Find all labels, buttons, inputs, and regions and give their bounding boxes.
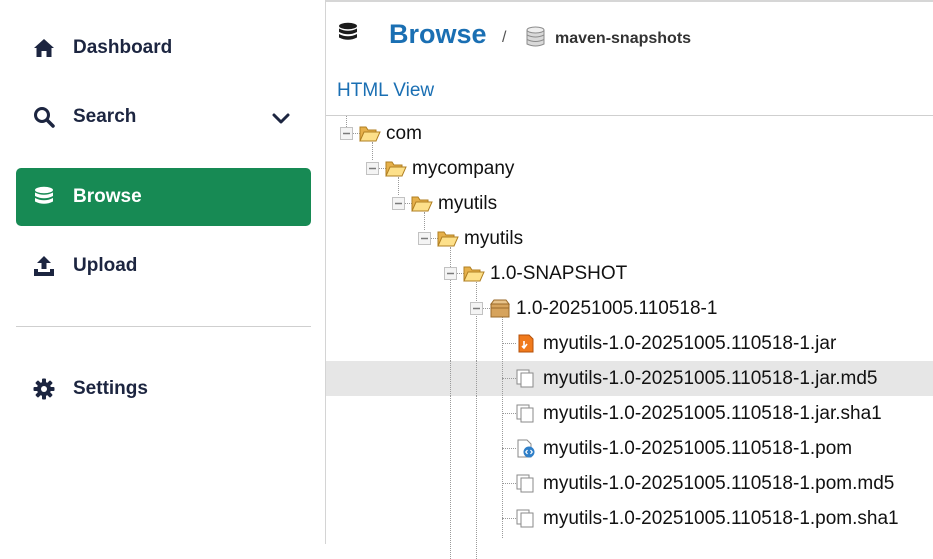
- sidebar-item-label: Upload: [73, 255, 138, 276]
- sidebar-item-dashboard[interactable]: Dashboard: [16, 19, 311, 77]
- sidebar-item-label: Settings: [73, 378, 148, 399]
- sidebar-item-upload[interactable]: Upload: [16, 237, 311, 295]
- database-icon: [33, 186, 55, 208]
- tree-node-label[interactable]: mycompany: [412, 158, 514, 180]
- folder-open-icon: [411, 194, 433, 213]
- folder-open-icon: [463, 264, 485, 283]
- breadcrumb-repository[interactable]: maven-snapshots: [555, 30, 691, 48]
- sidebar-item-label: Browse: [73, 186, 142, 207]
- collapse-toggle-icon[interactable]: [392, 197, 405, 210]
- main-content: Browse / maven-snapshots HTML View com m…: [326, 0, 933, 559]
- folder-open-icon: [437, 229, 459, 248]
- sidebar-item-search[interactable]: Search: [16, 88, 311, 146]
- tree-node-label[interactable]: myutils-1.0-20251005.110518-1.jar: [543, 333, 836, 355]
- file-copy-icon: [516, 474, 536, 493]
- tree-node-component[interactable]: 1.0-20251005.110518-1: [326, 291, 933, 326]
- tree-node-file[interactable]: myutils-1.0-20251005.110518-1.jar: [326, 326, 933, 361]
- breadcrumb-separator: /: [502, 29, 507, 46]
- database-icon: [338, 22, 358, 44]
- tree-node-file[interactable]: myutils-1.0-20251005.110518-1.pom.md5: [326, 466, 933, 501]
- tree-node-label[interactable]: 1.0-20251005.110518-1: [516, 298, 717, 320]
- tree-connector: [502, 413, 516, 414]
- tree-node-label[interactable]: com: [386, 123, 422, 145]
- tree-node-folder[interactable]: myutils: [326, 221, 933, 256]
- upload-icon: [33, 255, 55, 277]
- sidebar-divider: [16, 326, 311, 327]
- collapse-toggle-icon[interactable]: [444, 267, 457, 280]
- tree-node-label[interactable]: myutils-1.0-20251005.110518-1.jar.md5: [543, 368, 877, 390]
- tree-node-label[interactable]: myutils: [438, 193, 497, 215]
- collapse-toggle-icon[interactable]: [470, 302, 483, 315]
- tree-node-label[interactable]: myutils-1.0-20251005.110518-1.pom.sha1: [543, 508, 899, 530]
- folder-open-icon: [359, 124, 381, 143]
- home-icon: [33, 37, 55, 59]
- tree-connector: [502, 343, 516, 344]
- tree-node-label[interactable]: myutils: [464, 228, 523, 250]
- collapse-toggle-icon[interactable]: [418, 232, 431, 245]
- gear-icon: [33, 378, 55, 400]
- collapse-toggle-icon[interactable]: [340, 127, 353, 140]
- page-title: Browse: [389, 19, 487, 49]
- tree-node-file[interactable]: myutils-1.0-20251005.110518-1.pom: [326, 431, 933, 466]
- repository-tree: com mycompany myutils myutils 1.0-SNAPSH…: [326, 116, 933, 559]
- repository-icon: [526, 26, 545, 48]
- tree-node-folder[interactable]: mycompany: [326, 151, 933, 186]
- package-box-icon: [489, 299, 510, 318]
- sidebar: Dashboard Search Browse Upload Settings: [0, 0, 326, 544]
- file-copy-icon: [516, 509, 536, 528]
- tree-connector: [450, 361, 451, 396]
- tree-node-label[interactable]: myutils-1.0-20251005.110518-1.jar.sha1: [543, 403, 882, 425]
- file-copy-icon: [516, 404, 536, 423]
- tree-node-label[interactable]: myutils-1.0-20251005.110518-1.pom.md5: [543, 473, 894, 495]
- tree-node-label[interactable]: 1.0-SNAPSHOT: [490, 263, 627, 285]
- tree-connector: [502, 518, 516, 519]
- sidebar-item-browse[interactable]: Browse: [16, 168, 311, 226]
- sidebar-item-settings[interactable]: Settings: [16, 360, 311, 418]
- collapse-toggle-icon[interactable]: [366, 162, 379, 175]
- tree-node-folder[interactable]: myutils: [326, 186, 933, 221]
- tree-connector: [502, 378, 516, 379]
- search-icon: [33, 106, 55, 128]
- sidebar-item-label: Dashboard: [73, 37, 173, 58]
- html-view-link[interactable]: HTML View: [337, 80, 434, 102]
- folder-open-icon: [385, 159, 407, 178]
- tree-node-folder[interactable]: 1.0-SNAPSHOT: [326, 256, 933, 291]
- tree-node-file[interactable]: myutils-1.0-20251005.110518-1.jar.md5: [326, 361, 933, 396]
- tree-connector: [476, 361, 477, 396]
- tree-connector: [502, 483, 516, 484]
- file-copy-icon: [516, 369, 536, 388]
- xml-file-icon: [516, 439, 536, 458]
- tree-connector: [502, 448, 516, 449]
- tree-node-file[interactable]: myutils-1.0-20251005.110518-1.pom.sha1: [326, 501, 933, 536]
- tree-node-label[interactable]: myutils-1.0-20251005.110518-1.pom: [543, 438, 852, 460]
- jar-file-icon: [516, 334, 536, 353]
- tree-node-folder[interactable]: com: [326, 116, 933, 151]
- tree-node-file[interactable]: myutils-1.0-20251005.110518-1.jar.sha1: [326, 396, 933, 431]
- chevron-down-icon[interactable]: [271, 110, 291, 124]
- sidebar-item-label: Search: [73, 106, 137, 127]
